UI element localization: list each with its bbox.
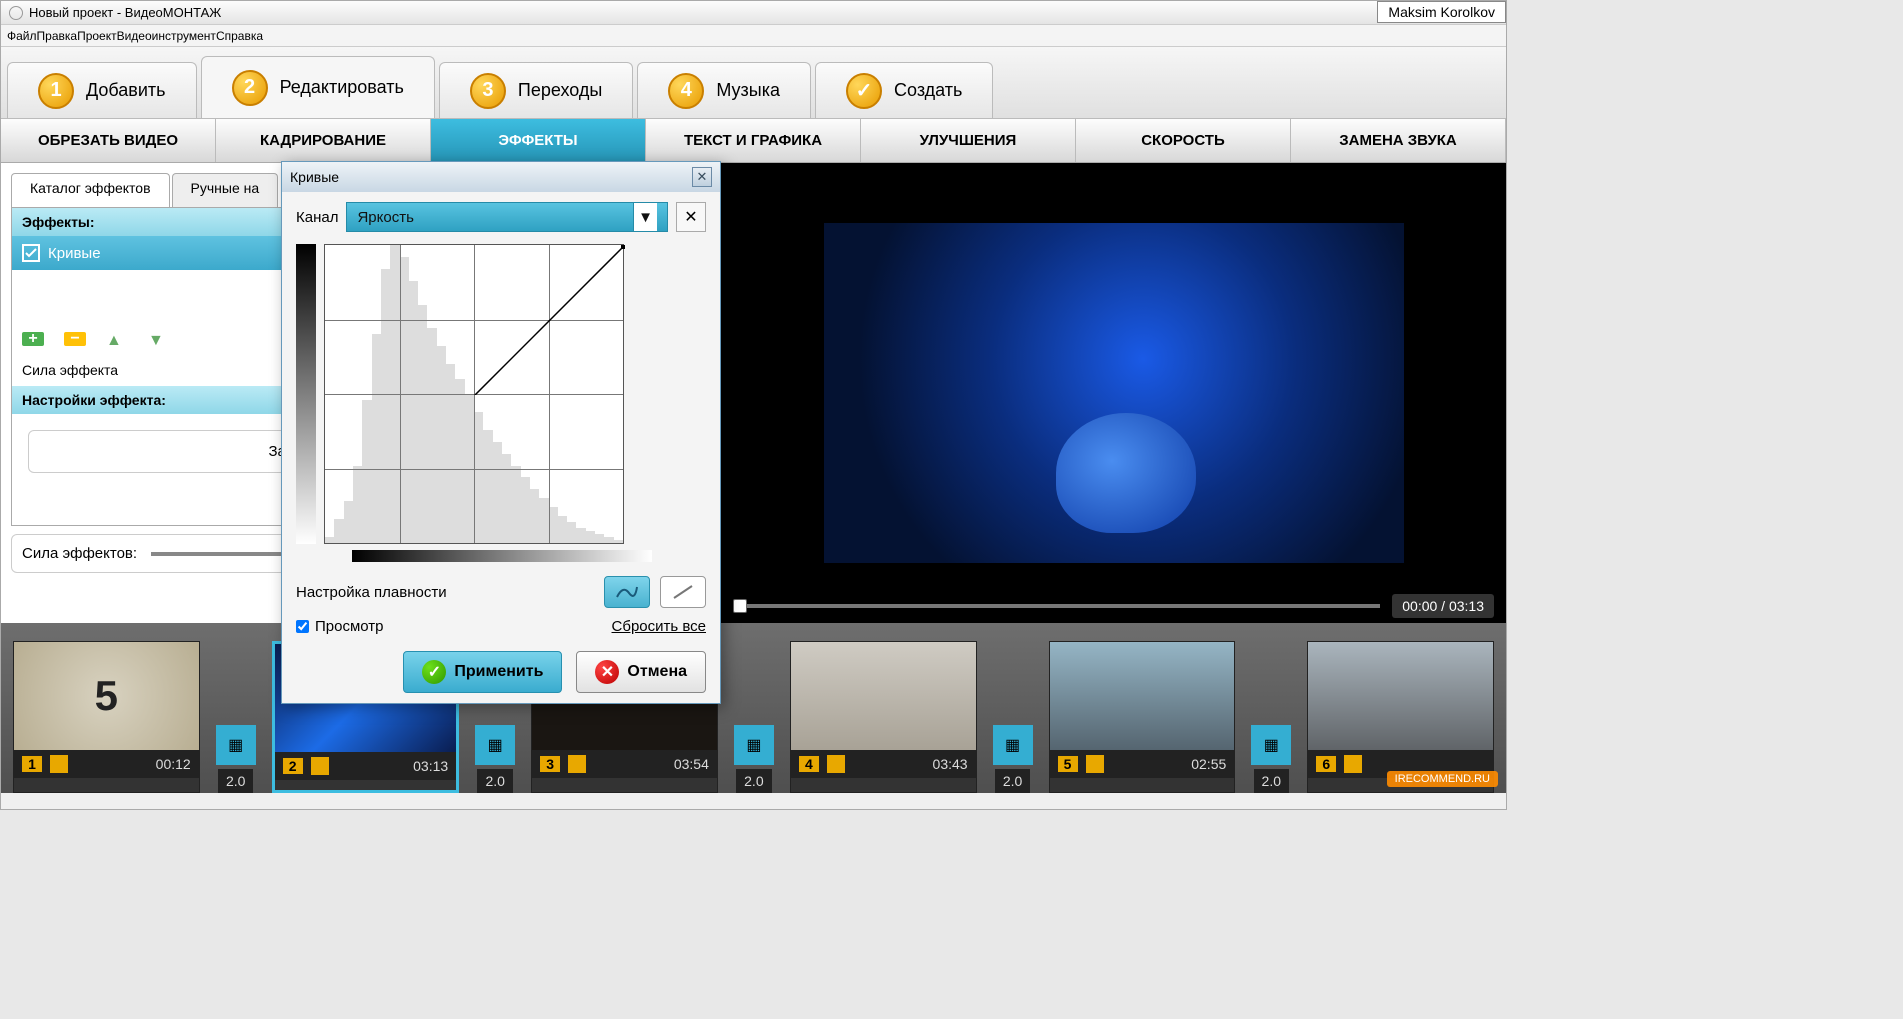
close-icon[interactable]: ✕ (692, 167, 712, 187)
menu-project[interactable]: Проект (77, 29, 117, 43)
smooth-curve-button[interactable] (604, 576, 650, 608)
apply-button[interactable]: ✓Применить (403, 651, 562, 693)
channel-select[interactable]: Яркость ▼ (346, 202, 668, 232)
subtab-text[interactable]: ТЕКСТ И ГРАФИКА (646, 119, 861, 162)
smoothness-label: Настройка плавности (296, 584, 447, 601)
add-effect-icon[interactable]: + (22, 332, 44, 346)
menu-edit[interactable]: Правка (37, 29, 78, 43)
horizontal-gradient (352, 550, 652, 562)
sub-tabs: ОБРЕЗАТЬ ВИДЕО КАДРИРОВАНИЕ ЭФФЕКТЫ ТЕКС… (1, 119, 1506, 163)
checkbox-icon (22, 244, 40, 262)
menubar: Файл Правка Проект Видеоинструмент Справ… (1, 25, 1506, 47)
chevron-down-icon: ▼ (633, 203, 657, 231)
titlebar: Новый проект - ВидеоМОНТАЖ (1, 1, 1506, 25)
tab-create[interactable]: ✓Создать (815, 62, 993, 118)
linear-curve-button[interactable] (660, 576, 706, 608)
subtab-effects[interactable]: ЭФФЕКТЫ (431, 119, 646, 162)
subtab-audio[interactable]: ЗАМЕНА ЗВУКА (1291, 119, 1506, 162)
tab-edit[interactable]: 2Редактировать (201, 56, 435, 118)
subtab-enhance[interactable]: УЛУЧШЕНИЯ (861, 119, 1076, 162)
subtab-framing[interactable]: КАДРИРОВАНИЕ (216, 119, 431, 162)
pencil-icon[interactable] (1344, 755, 1362, 773)
subtab-speed[interactable]: СКОРОСТЬ (1076, 119, 1291, 162)
transition-3[interactable]: ▦2.0 (734, 641, 774, 793)
tab-transitions[interactable]: 3Переходы (439, 62, 633, 118)
remove-effect-icon[interactable]: − (64, 332, 86, 346)
panel-tab-catalog[interactable]: Каталог эффектов (11, 173, 170, 207)
move-down-icon[interactable]: ▼ (148, 332, 170, 346)
app-icon (9, 6, 23, 20)
dialog-titlebar[interactable]: Кривые ✕ (282, 162, 720, 192)
tab-music[interactable]: 4Музыка (637, 62, 811, 118)
pencil-icon[interactable] (827, 755, 845, 773)
move-up-icon[interactable]: ▲ (106, 332, 128, 346)
menu-help[interactable]: Справка (216, 29, 263, 43)
cancel-icon: ✕ (595, 660, 619, 684)
transition-1[interactable]: ▦2.0 (216, 641, 256, 793)
menu-videotools[interactable]: Видеоинструмент (117, 29, 216, 43)
transition-5[interactable]: ▦2.0 (1251, 641, 1291, 793)
reset-all-link[interactable]: Сбросить все (612, 618, 706, 635)
tab-add[interactable]: 1Добавить (7, 62, 197, 118)
reset-channel-button[interactable]: ✕ (676, 202, 706, 232)
clip-4[interactable]: 403:43 (790, 641, 977, 793)
dialog-title: Кривые (290, 169, 339, 185)
clip-5[interactable]: 502:55 (1049, 641, 1236, 793)
main-tabs: 1Добавить 2Редактировать 3Переходы 4Музы… (1, 47, 1506, 119)
preview-checkbox[interactable] (296, 620, 309, 633)
playhead-knob[interactable] (733, 599, 747, 613)
cancel-button[interactable]: ✕Отмена (576, 651, 706, 693)
menu-file[interactable]: Файл (7, 29, 37, 43)
check-icon: ✓ (422, 660, 446, 684)
preview-label: Просмотр (315, 618, 384, 635)
window-title: Новый проект - ВидеоМОНТАЖ (29, 5, 221, 20)
curve-line (325, 245, 625, 395)
channel-label: Канал (296, 209, 338, 226)
preview-image (824, 223, 1404, 563)
user-watermark: Maksim Korolkov (1377, 1, 1506, 23)
subtab-crop[interactable]: ОБРЕЗАТЬ ВИДЕО (1, 119, 216, 162)
preview-pane: 00:00 / 03:13 (721, 163, 1506, 623)
site-watermark: IRECOMMEND.RU (1387, 771, 1498, 787)
vertical-gradient (296, 244, 316, 544)
time-label: 00:00 / 03:13 (1392, 594, 1494, 618)
pencil-icon[interactable] (311, 757, 329, 775)
clip-1[interactable]: 5 100:12 (13, 641, 200, 793)
pencil-icon[interactable] (568, 755, 586, 773)
pencil-icon[interactable] (1086, 755, 1104, 773)
timeline: 5 100:12 ▦2.0 203:13 ▦2.0 303:54 ▦2.0 40… (1, 623, 1506, 793)
panel-tab-manual[interactable]: Ручные на (172, 173, 279, 207)
preview-timebar[interactable]: 00:00 / 03:13 (721, 589, 1506, 623)
transition-4[interactable]: ▦2.0 (993, 641, 1033, 793)
curve-editor[interactable] (324, 244, 624, 544)
curves-dialog: Кривые ✕ Канал Яркость ▼ ✕ (281, 161, 721, 704)
pencil-icon[interactable] (50, 755, 68, 773)
